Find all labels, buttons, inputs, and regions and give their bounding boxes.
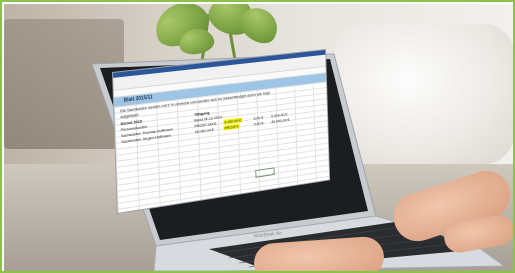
- photo-scene: Blatt 2015/11 Die Sachkosten werden mit …: [4, 4, 513, 271]
- photo-frame: Blatt 2015/11 Die Sachkosten werden mit …: [0, 0, 515, 273]
